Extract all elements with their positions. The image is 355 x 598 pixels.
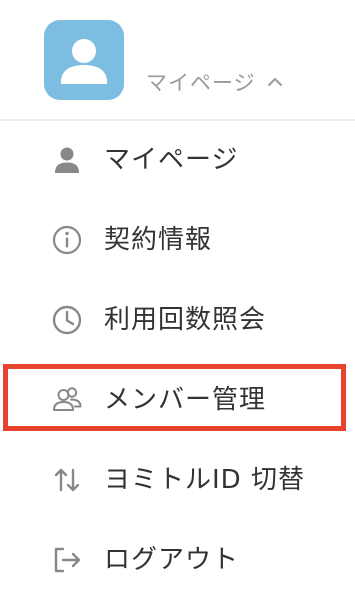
account-menu-toggle[interactable]: マイページ: [146, 66, 284, 98]
account-toggle-label: マイページ: [146, 71, 256, 95]
info-icon: [52, 225, 82, 255]
swap-arrows-icon: [54, 468, 80, 492]
menu-item-label: 利用回数照会: [104, 305, 267, 335]
menu-item-logout[interactable]: ログアウト: [0, 521, 355, 598]
menu-item-mypage[interactable]: マイページ: [0, 121, 355, 201]
menu-item-label: メンバー管理: [104, 385, 267, 415]
menu-item-contract-info[interactable]: 契約情報: [0, 201, 355, 281]
user-avatar-icon: [61, 39, 107, 84]
avatar[interactable]: [44, 20, 124, 100]
chevron-up-icon: [267, 78, 282, 86]
account-menu-page: マイページ マイページ 契約情報 利用回数照会 メンバー管理 ヨミトルID 切替…: [0, 0, 355, 598]
menu-item-label: マイページ: [104, 145, 239, 175]
menu-item-label: ログアウト: [104, 545, 240, 575]
menu-item-usage-inquiry[interactable]: 利用回数照会: [0, 281, 355, 361]
account-header: マイページ: [0, 0, 355, 120]
menu-item-member-management[interactable]: メンバー管理: [0, 361, 355, 441]
logout-icon: [54, 547, 81, 573]
person-icon: [55, 147, 79, 173]
clock-icon: [52, 305, 82, 335]
menu-item-label: ヨミトルID 切替: [104, 465, 305, 495]
menu-item-switch-yomitoru-id[interactable]: ヨミトルID 切替: [0, 441, 355, 521]
members-icon: [53, 387, 82, 411]
menu-item-label: 契約情報: [104, 225, 213, 255]
